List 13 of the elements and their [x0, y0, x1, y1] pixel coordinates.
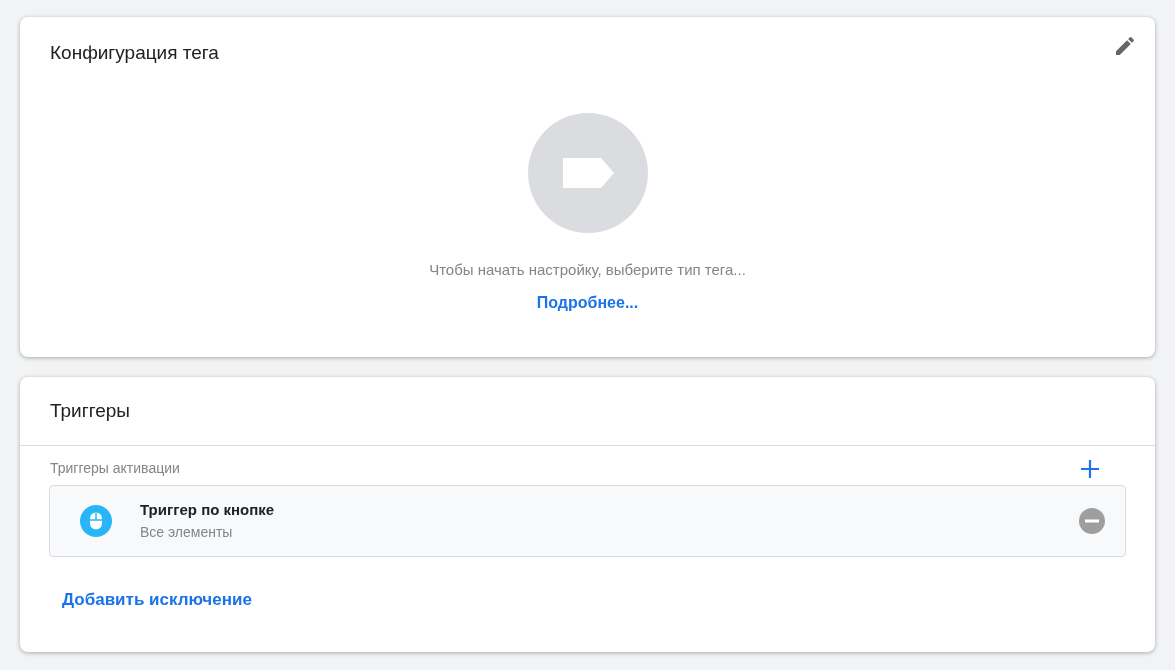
remove-icon[interactable] [1079, 508, 1105, 534]
card-title: Триггеры [50, 398, 130, 423]
trigger-detail: Все элементы [140, 522, 234, 542]
edit-icon[interactable] [1113, 34, 1137, 58]
mouse-icon [80, 505, 112, 537]
card-title: Конфигурация тега [50, 41, 219, 65]
trigger-name: Триггер по кнопке [140, 500, 276, 521]
hint-text: Чтобы начать настройку, выберите тип тега... [429, 259, 746, 280]
learn-more-link[interactable]: Подробнее... [536, 291, 639, 315]
trigger-row[interactable]: Триггер по кнопке Все элементы [49, 485, 1126, 557]
add-icon[interactable] [1080, 458, 1100, 479]
add-exception-link[interactable]: Добавить исключение [62, 587, 252, 613]
section-label: Триггеры активации [50, 459, 180, 478]
